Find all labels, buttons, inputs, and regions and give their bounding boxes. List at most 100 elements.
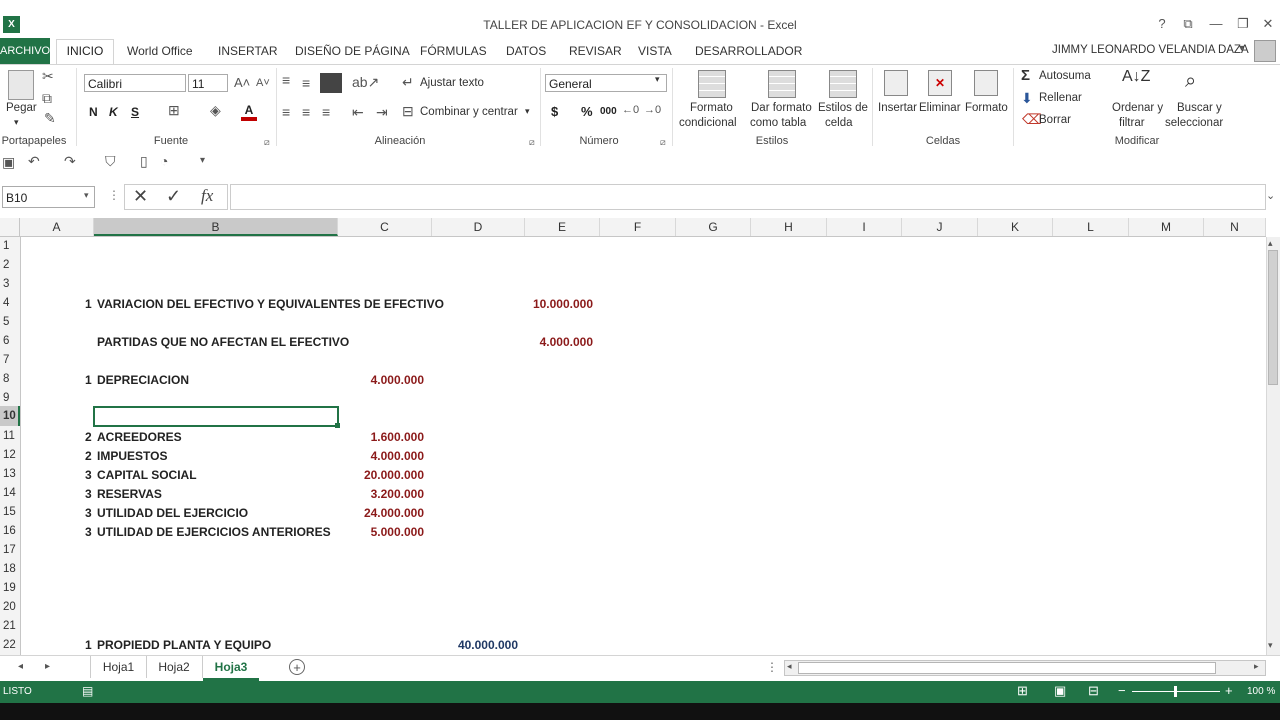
sheet-tab-hoja1[interactable]: Hoja1: [90, 656, 147, 678]
cell-c12[interactable]: 4.000.000: [324, 449, 424, 463]
cell-b22[interactable]: PROPIEDD PLANTA Y EQUIPO: [97, 638, 271, 652]
cell-c8[interactable]: 4.000.000: [324, 373, 424, 387]
normal-view-icon[interactable]: ⊞: [1017, 683, 1028, 699]
currency-button[interactable]: $: [551, 104, 558, 119]
cell-a8[interactable]: 1: [85, 373, 92, 387]
increase-font-icon[interactable]: A˄: [234, 75, 250, 90]
tab-diseno-pagina[interactable]: DISEÑO DE PÁGINA: [295, 44, 410, 58]
orientation-icon[interactable]: ab↗: [352, 74, 379, 91]
column-header-i[interactable]: I: [827, 218, 902, 236]
tab-inicio[interactable]: INICIO: [56, 39, 114, 65]
conditional-format-icon[interactable]: [698, 70, 726, 98]
cell-e4[interactable]: 10.000.000: [493, 297, 593, 311]
avatar[interactable]: [1254, 40, 1276, 62]
redo-icon[interactable]: ↷: [64, 153, 76, 170]
wrap-text-icon[interactable]: ↵: [402, 74, 414, 91]
scroll-down-icon[interactable]: ▾: [1268, 640, 1273, 651]
column-header-a[interactable]: A: [20, 218, 94, 236]
selected-cell-b10[interactable]: [93, 406, 339, 427]
row-header[interactable]: 13: [0, 468, 20, 480]
user-name[interactable]: JIMMY LEONARDO VELANDIA DAZA: [1052, 44, 1249, 56]
close-button[interactable]: ✕: [1256, 16, 1280, 32]
insert-cells-button[interactable]: Insertar: [878, 102, 917, 114]
decrease-indent-icon[interactable]: ⇤: [352, 104, 364, 121]
format-cells-icon[interactable]: [974, 70, 998, 96]
sort-filter-icon[interactable]: A↓Z: [1122, 68, 1150, 86]
delete-cells-button[interactable]: Eliminar: [919, 102, 961, 114]
cell-e6[interactable]: 4.000.000: [493, 335, 593, 349]
row-header[interactable]: 8: [0, 373, 20, 385]
fill-color-icon[interactable]: ◈: [210, 102, 221, 119]
align-top-icon[interactable]: ≡: [282, 72, 290, 88]
thousands-button[interactable]: 000: [600, 106, 617, 117]
row-header[interactable]: 4: [0, 297, 20, 309]
cell-d22[interactable]: 40.000.000: [418, 638, 518, 652]
number-format-chevron-down-icon[interactable]: ▾: [655, 74, 660, 85]
column-header-j[interactable]: J: [902, 218, 978, 236]
align-right-icon[interactable]: ≡: [322, 104, 330, 120]
tab-world-office[interactable]: World Office: [127, 44, 193, 58]
column-header-n[interactable]: N: [1204, 218, 1266, 236]
row-header[interactable]: 16: [0, 525, 20, 537]
find-select-button[interactable]: Buscar y: [1177, 102, 1222, 114]
sheet-tab-hoja2[interactable]: Hoja2: [146, 656, 203, 678]
user-chevron-down-icon[interactable]: ▾: [1239, 43, 1244, 54]
row-header[interactable]: 11: [0, 430, 20, 442]
zoom-in-icon[interactable]: +: [1225, 683, 1233, 698]
name-box-chevron-down-icon[interactable]: ▾: [84, 190, 89, 201]
cell-c16[interactable]: 5.000.000: [324, 525, 424, 539]
tab-desarrollador[interactable]: DESARROLLADOR: [695, 44, 802, 58]
restore-button[interactable]: ❐: [1231, 16, 1255, 32]
format-as-table-button[interactable]: Dar formato: [751, 102, 812, 114]
column-header-l[interactable]: L: [1053, 218, 1129, 236]
cell-a22[interactable]: 1: [85, 638, 92, 652]
number-dialog-launcher-icon[interactable]: ⧄: [660, 137, 666, 148]
tab-archivo[interactable]: ARCHIVO: [0, 38, 50, 64]
scroll-right-icon[interactable]: ▸: [1254, 661, 1259, 672]
zoom-level[interactable]: 100 %: [1247, 686, 1275, 697]
next-sheet-icon[interactable]: ▸: [45, 661, 50, 672]
column-header-m[interactable]: M: [1129, 218, 1204, 236]
tab-split-grip-icon[interactable]: ⋮: [766, 660, 778, 674]
underline-button[interactable]: S: [131, 105, 139, 119]
cell-c15[interactable]: 24.000.000: [324, 506, 424, 520]
cell-b12[interactable]: IMPUESTOS: [97, 449, 167, 463]
chart-icon[interactable]: ◔: [160, 153, 168, 169]
merge-center-button[interactable]: Combinar y centrar: [420, 106, 518, 118]
font-name-dropdown[interactable]: Calibri: [84, 74, 186, 92]
cell-b8[interactable]: DEPRECIACION: [97, 373, 189, 387]
row-header-selected[interactable]: 10: [0, 406, 20, 426]
merge-center-icon[interactable]: ⊟: [402, 103, 414, 120]
column-header-g[interactable]: G: [676, 218, 751, 236]
select-all-button[interactable]: [0, 218, 20, 236]
bold-button[interactable]: N: [89, 105, 98, 119]
cell-a15[interactable]: 3: [85, 506, 92, 520]
tab-insertar[interactable]: INSERTAR: [218, 44, 278, 58]
row-header[interactable]: 9: [0, 392, 20, 404]
cell-a12[interactable]: 2: [85, 449, 92, 463]
insert-function-button[interactable]: fx: [201, 186, 213, 206]
ribbon-display-options-button[interactable]: ⧉: [1176, 16, 1200, 32]
find-select-icon[interactable]: ⌕: [1185, 70, 1196, 93]
sort-filter-button[interactable]: Ordenar y: [1112, 102, 1163, 114]
cell-styles-icon[interactable]: [829, 70, 857, 98]
customize-qat-chevron-icon[interactable]: ▾: [200, 155, 205, 166]
fill-button[interactable]: Rellenar: [1039, 92, 1082, 104]
cell-b13[interactable]: CAPITAL SOCIAL: [97, 468, 197, 482]
row-header[interactable]: 18: [0, 563, 20, 575]
row-header[interactable]: 1: [0, 240, 20, 252]
cell-b14[interactable]: RESERVAS: [97, 487, 162, 501]
decrease-font-icon[interactable]: A˅: [256, 77, 270, 89]
macro-record-icon[interactable]: ▤: [82, 684, 93, 698]
cancel-icon[interactable]: ✕: [133, 186, 148, 207]
row-header[interactable]: 15: [0, 506, 20, 518]
cell-a13[interactable]: 3: [85, 468, 92, 482]
fill-icon[interactable]: ⬇: [1021, 90, 1033, 107]
row-header[interactable]: 14: [0, 487, 20, 499]
clear-button[interactable]: Borrar: [1039, 114, 1071, 126]
cell-b15[interactable]: UTILIDAD DEL EJERCICIO: [97, 506, 248, 520]
wrap-text-button[interactable]: Ajustar texto: [420, 77, 484, 89]
cell-a4[interactable]: 1: [85, 297, 92, 311]
align-middle-icon[interactable]: ≡: [302, 75, 310, 91]
font-size-dropdown[interactable]: 11: [188, 74, 228, 92]
